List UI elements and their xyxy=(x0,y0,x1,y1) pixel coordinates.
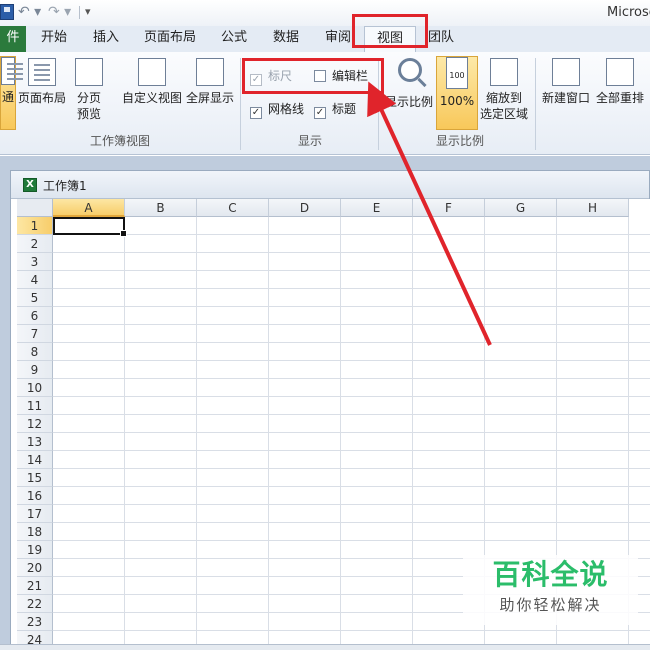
row-header[interactable]: 17 xyxy=(17,505,53,523)
column-header[interactable]: D xyxy=(269,199,341,217)
row-header[interactable]: 12 xyxy=(17,415,53,433)
highlight-box-view-tab xyxy=(352,14,428,48)
headings-label: 标题 xyxy=(332,102,357,116)
new-window-button[interactable]: 新建窗口 xyxy=(540,58,592,128)
row-header[interactable]: 14 xyxy=(17,451,53,469)
column-header[interactable]: H xyxy=(557,199,629,217)
custom-views-label: 自定义视图 xyxy=(121,91,182,105)
group-separator xyxy=(240,58,241,150)
row-header[interactable]: 2 xyxy=(17,235,53,253)
row-header[interactable]: 9 xyxy=(17,361,53,379)
custom-views-button[interactable]: 自定义视图 xyxy=(120,58,184,128)
tab-page-layout[interactable]: 页面布局 xyxy=(140,26,200,52)
zoom-100-button[interactable]: 100 100% xyxy=(436,56,478,130)
watermark-subtitle: 助你轻松解决 xyxy=(499,596,602,614)
row-header[interactable]: 6 xyxy=(17,307,53,325)
page-layout-icon xyxy=(28,58,56,86)
row-header[interactable]: 21 xyxy=(17,577,53,595)
active-cell[interactable] xyxy=(53,217,127,237)
row-header[interactable]: 1 xyxy=(17,217,53,235)
row-header[interactable]: 4 xyxy=(17,271,53,289)
highlight-box-formula-bar xyxy=(242,58,384,94)
workbook-views-group-label: 工作簿视图 xyxy=(89,134,150,148)
normal-view-icon xyxy=(1,57,23,85)
full-screen-button[interactable]: 全屏显示 xyxy=(185,58,235,128)
zoom-group-label: 显示比例 xyxy=(435,134,484,148)
zoom-selection-label: 缩放到 xyxy=(485,91,522,105)
row-header[interactable]: 7 xyxy=(17,325,53,343)
page-layout-view-button[interactable]: 页面布局 xyxy=(16,58,68,128)
gridlines-label: 网格线 xyxy=(268,102,305,116)
full-screen-icon xyxy=(196,58,224,86)
normal-view-button[interactable]: 通 xyxy=(0,56,23,130)
tab-file[interactable]: 件 xyxy=(0,26,26,52)
watermark-title: 百科全说 xyxy=(492,558,609,591)
page-break-preview-button[interactable]: 分页 预览 xyxy=(70,58,108,128)
row-header[interactable]: 16 xyxy=(17,487,53,505)
gridlines-checkbox[interactable]: ✓ 网格线 xyxy=(250,102,304,119)
column-header[interactable]: B xyxy=(125,199,197,217)
row-header[interactable]: 20 xyxy=(17,559,53,577)
custom-views-icon xyxy=(138,58,166,86)
page-break-label: 分页 xyxy=(76,91,101,105)
magnifier-icon xyxy=(392,56,426,90)
column-header[interactable]: G xyxy=(485,199,557,217)
arrange-all-button[interactable]: 全部重排 xyxy=(594,58,646,128)
tab-formulas[interactable]: 公式 xyxy=(214,26,254,52)
row-header[interactable]: 19 xyxy=(17,541,53,559)
gridlines-checkbox-box: ✓ xyxy=(250,107,262,119)
excel-icon: X xyxy=(23,178,37,192)
normal-view-label: 通 xyxy=(1,90,14,104)
tab-data[interactable]: 数据 xyxy=(266,26,306,52)
title-bar: ↶ ▾ ↷ ▾ ▾ Microso xyxy=(0,0,650,26)
workbook-title-bar: X 工作簿1 xyxy=(11,171,649,199)
row-header[interactable]: 13 xyxy=(17,433,53,451)
page-break-icon xyxy=(75,58,103,86)
show-group-label: 显示 xyxy=(297,134,322,148)
row-header[interactable]: 8 xyxy=(17,343,53,361)
watermark: 百科全说 助你轻松解决 xyxy=(463,555,638,625)
undo-icon[interactable]: ↶ ▾ xyxy=(18,3,44,21)
zoom-to-selection-button[interactable]: 缩放到 选定区域 xyxy=(478,58,530,130)
app-title: Microso xyxy=(607,5,650,20)
row-header[interactable]: 5 xyxy=(17,289,53,307)
arrange-all-icon xyxy=(606,58,634,86)
row-header[interactable]: 10 xyxy=(17,379,53,397)
headings-checkbox[interactable]: ✓ 标题 xyxy=(314,102,356,119)
ribbon-tab-row: 件 开始 插入 页面布局 公式 数据 审阅 视图 团队 xyxy=(0,26,650,52)
column-header[interactable]: E xyxy=(341,199,413,217)
select-all-corner[interactable] xyxy=(17,199,53,217)
redo-icon[interactable]: ↷ ▾ xyxy=(48,3,74,21)
zoom-100-label: 100% xyxy=(439,94,475,108)
column-header[interactable]: C xyxy=(197,199,269,217)
row-header[interactable]: 15 xyxy=(17,469,53,487)
zoom-button[interactable]: 显示比例 xyxy=(384,56,434,130)
save-icon[interactable] xyxy=(0,4,14,20)
zoom-label: 显示比例 xyxy=(384,95,433,109)
zoom-selection-icon xyxy=(490,58,518,86)
page-break-label2: 预览 xyxy=(76,107,101,121)
workbook-title: 工作簿1 xyxy=(43,179,87,193)
new-window-icon xyxy=(552,58,580,86)
row-header[interactable]: 3 xyxy=(17,253,53,271)
zoom-100-icon: 100 xyxy=(446,57,468,89)
zoom-selection-label2: 选定区域 xyxy=(479,107,528,121)
qat-separator xyxy=(79,6,80,19)
group-separator xyxy=(535,58,536,150)
qat-customize-icon[interactable]: ▾ xyxy=(85,4,97,20)
row-header[interactable]: 11 xyxy=(17,397,53,415)
column-header[interactable]: A xyxy=(53,199,125,217)
arrange-all-label: 全部重排 xyxy=(595,91,644,105)
row-header[interactable]: 23 xyxy=(17,613,53,631)
tab-insert[interactable]: 插入 xyxy=(86,26,126,52)
horizontal-scrollbar[interactable] xyxy=(0,644,650,650)
new-window-label: 新建窗口 xyxy=(541,91,590,105)
tab-home[interactable]: 开始 xyxy=(34,26,74,52)
row-header[interactable]: 18 xyxy=(17,523,53,541)
column-header[interactable]: F xyxy=(413,199,485,217)
full-screen-label: 全屏显示 xyxy=(185,91,234,105)
page-layout-view-label: 页面布局 xyxy=(17,91,66,105)
headings-checkbox-box: ✓ xyxy=(314,107,326,119)
row-header[interactable]: 22 xyxy=(17,595,53,613)
